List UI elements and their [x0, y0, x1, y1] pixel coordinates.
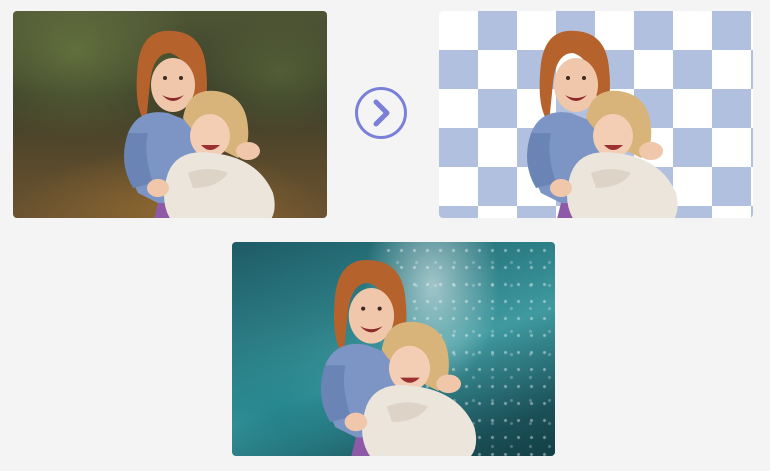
photo-background-removed: [439, 11, 753, 218]
photo-new-background: [232, 242, 555, 456]
chevron-right-icon: [373, 99, 390, 127]
children-subject: [98, 23, 288, 218]
photo-original: [13, 11, 327, 218]
children-subject: [501, 23, 691, 218]
next-arrow-button[interactable]: [355, 87, 407, 139]
children-subject: [292, 252, 492, 456]
